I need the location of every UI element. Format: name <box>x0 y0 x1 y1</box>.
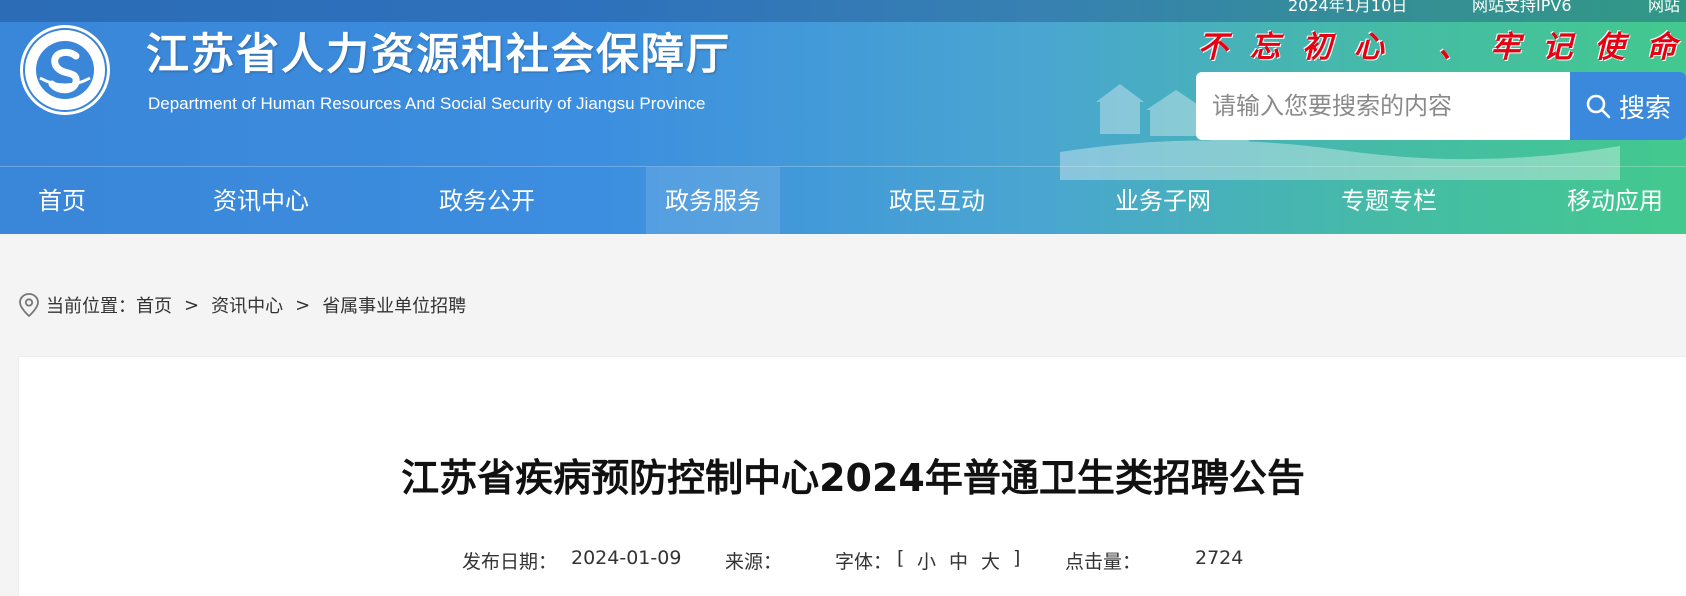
publish-date-value: 2024-01-09 <box>571 547 682 569</box>
source-label: 来源： <box>725 551 783 573</box>
search-button[interactable]: 搜索 <box>1570 72 1686 140</box>
breadcrumb-separator: > <box>184 294 200 316</box>
nav-item-public-interaction[interactable]: 政民互动 <box>876 167 998 234</box>
font-size-bracket-open: [ <box>897 547 905 569</box>
click-count-label: 点击量： <box>1065 551 1142 573</box>
nav-item-government-affairs-public[interactable]: 政务公开 <box>426 167 548 234</box>
publish-date-label: 发布日期： <box>462 551 558 573</box>
main-navigation: 首页 资讯中心 政务公开 政务服务 政民互动 业务子网 专题专栏 移动应用 <box>0 166 1686 234</box>
breadcrumb-provincial-recruitment-link[interactable]: 省属事业单位招聘 <box>322 292 466 318</box>
nav-item-news-center[interactable]: 资讯中心 <box>200 167 322 234</box>
breadcrumb-news-center-link[interactable]: 资讯中心 <box>211 292 283 318</box>
breadcrumb: 当前位置： 首页 > 资讯中心 > 省属事业单位招聘 <box>18 290 466 320</box>
font-size-label: 字体： <box>835 551 893 573</box>
article-container: 江苏省疾病预防控制中心2024年普通卫生类招聘公告 发布日期： 2024-01-… <box>18 356 1686 596</box>
nav-item-special-topics[interactable]: 专题专栏 <box>1328 167 1450 234</box>
breadcrumb-separator: > <box>295 294 311 316</box>
nav-item-home[interactable]: 首页 <box>22 167 102 234</box>
site-title[interactable]: 江苏省人力资源和社会保障厅 <box>146 20 731 82</box>
topbar-extra-link[interactable]: 网站 <box>1648 0 1680 22</box>
article-title: 江苏省疾病预防控制中心2024年普通卫生类招聘公告 <box>401 456 1305 500</box>
breadcrumb-prefix: 当前位置： <box>46 296 136 317</box>
current-date: 2024年1月10日 <box>1288 0 1408 15</box>
slogan: 不忘初心 、牢记使命 <box>1198 30 1686 65</box>
click-count-value: 2724 <box>1195 547 1244 569</box>
search-icon <box>1586 94 1611 119</box>
article-meta: 发布日期： 2024-01-09 来源： 字体： [ 小 中 大 ] 点击量： … <box>19 547 1686 577</box>
search-button-label: 搜索 <box>1618 93 1671 124</box>
top-info-bar: 2024年1月10日 网站支持IPV6 网站 <box>0 0 1686 22</box>
department-logo-icon[interactable] <box>18 20 112 120</box>
font-size-small-button[interactable]: 小 <box>917 547 936 574</box>
font-size-medium-button[interactable]: 中 <box>949 547 968 574</box>
font-size-bracket-close: ] <box>1013 547 1021 569</box>
site-subtitle: Department of Human Resources And Social… <box>148 94 706 113</box>
search-input[interactable] <box>1196 72 1570 140</box>
ipv6-support-link[interactable]: 网站支持IPV6 <box>1472 0 1572 22</box>
nav-item-mobile-apps[interactable]: 移动应用 <box>1554 167 1676 234</box>
font-size-large-button[interactable]: 大 <box>981 547 1000 574</box>
site-header: 2024年1月10日 网站支持IPV6 网站 江苏省人力资源和社会保障厅 Dep… <box>0 0 1686 234</box>
location-pin-icon <box>19 293 39 318</box>
breadcrumb-home-link[interactable]: 首页 <box>136 292 172 318</box>
nav-item-government-services[interactable]: 政务服务 <box>646 167 780 234</box>
nav-item-business-subsites[interactable]: 业务子网 <box>1102 167 1224 234</box>
